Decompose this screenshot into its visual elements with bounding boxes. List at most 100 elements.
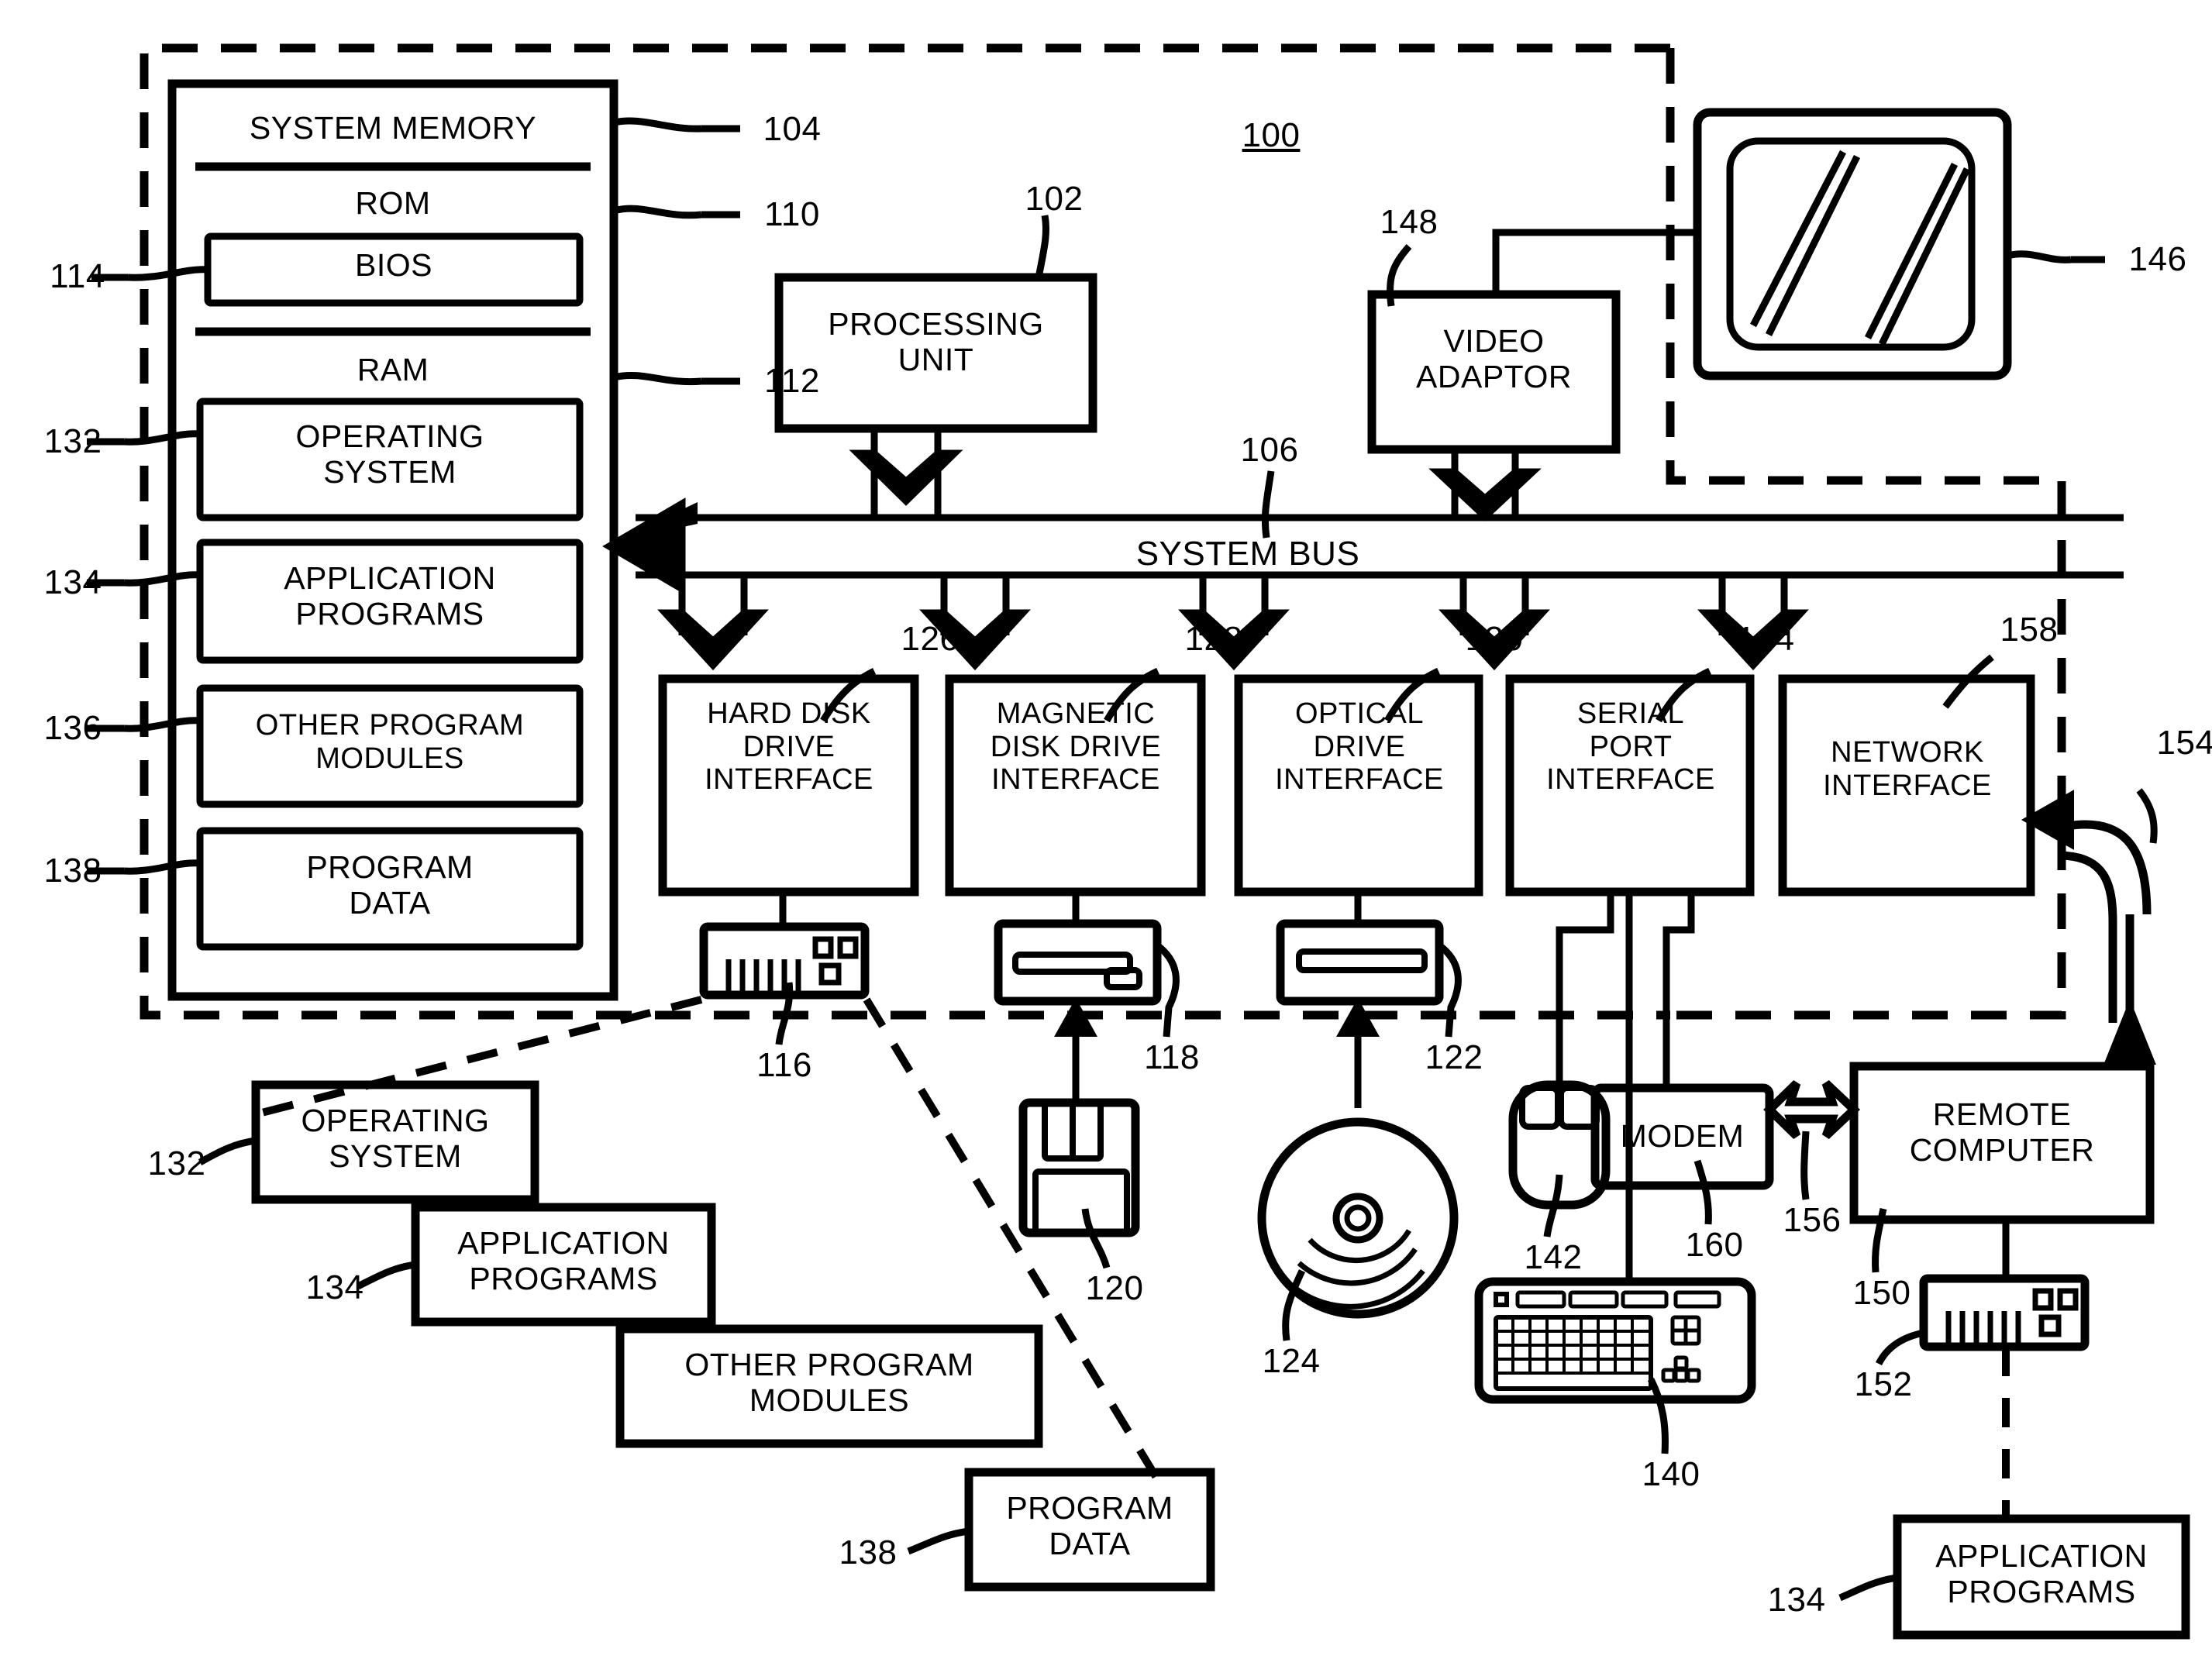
ref-130: 130 (1465, 620, 1524, 658)
leader-102 (1035, 215, 1050, 278)
interface-label-1: MAGNETIC DISK DRIVE INTERFACE (990, 697, 1162, 797)
ref-144: 144 (1736, 620, 1795, 658)
ref-116: 116 (756, 1046, 812, 1084)
ref-126: 126 (901, 620, 960, 658)
ref-120: 120 (1085, 1269, 1144, 1307)
leader-112 (612, 371, 702, 386)
lan-curve-lower (2058, 851, 2117, 1023)
leader-106 (1261, 470, 1275, 539)
monitor-glare-2 (1765, 155, 1861, 336)
interface-label-0: HARD DISK DRIVE INTERFACE (705, 697, 873, 797)
optical-disc-hub (1332, 1193, 1383, 1244)
ref-138-memory: 138 (43, 852, 102, 890)
hdd-led-3 (818, 962, 842, 986)
figure-ref-100: 100 (1242, 116, 1301, 154)
branch-1-head (657, 609, 769, 671)
ref-128: 128 (1184, 620, 1243, 658)
rs-led-1 (2032, 1288, 2054, 1311)
storage-content-label-1: APPLICATION PROGRAMS (457, 1225, 670, 1296)
leader-160 (1693, 1159, 1712, 1225)
memory-block-label-0: OPERATING SYSTEM (295, 418, 484, 490)
ref-118: 118 (1144, 1038, 1200, 1076)
leader-120 (1081, 1208, 1111, 1269)
mdd-eject (1104, 967, 1142, 990)
floppy-label (1032, 1169, 1130, 1235)
leader-134m (123, 571, 201, 587)
modem-label: MODEM (1620, 1118, 1745, 1154)
ref-136-memory: 136 (43, 709, 102, 747)
storage-content-label-0: OPERATING SYSTEM (301, 1103, 490, 1174)
ref-142: 142 (1524, 1238, 1583, 1276)
ref-138-storage: 138 (839, 1533, 898, 1571)
interface-label-4: NETWORK INTERFACE (1823, 736, 1992, 802)
kbd-numpad (1661, 1315, 1701, 1383)
leader-136m (123, 717, 201, 732)
disc-sheen-2 (1297, 1248, 1418, 1286)
ref-124: 124 (1262, 1342, 1321, 1380)
leader-140 (1647, 1377, 1669, 1454)
ref-140: 140 (1642, 1455, 1700, 1493)
memory-block-label-1: APPLICATION PROGRAMS (284, 560, 496, 632)
ref-134-remote: 134 (1767, 1581, 1826, 1619)
kbd-main (1494, 1315, 1653, 1391)
ref-158: 158 (2000, 611, 2059, 649)
ref-104: 104 (763, 110, 822, 148)
remote-computer-label: REMOTE COMPUTER (1909, 1096, 2095, 1168)
floppy-body (1018, 1098, 1140, 1237)
ref-148: 148 (1380, 203, 1438, 241)
leader-138m (123, 859, 201, 875)
rs-led-2 (2057, 1288, 2079, 1311)
figure-canvas: 100 SYSTEM MEMORY 104 ROM 110 BIOS 114 R… (0, 0, 2212, 1659)
leader-152 (1875, 1329, 1924, 1366)
monitor-glare-3 (1864, 162, 1959, 340)
interface-label-2: OPTICAL DRIVE INTERFACE (1275, 697, 1444, 797)
hdd-led-2 (837, 936, 859, 959)
processing-unit-label: PROCESSING UNIT (828, 306, 1044, 377)
video-adaptor-label: VIDEO ADAPTOR (1416, 323, 1572, 394)
leader-110 (612, 205, 702, 219)
rom-label: ROM (355, 185, 431, 221)
system-memory-title: SYSTEM MEMORY (249, 110, 537, 146)
ref-114: 114 (50, 257, 105, 295)
storage-content-label-2: OTHER PROGRAM MODULES (684, 1347, 974, 1418)
ref-106: 106 (1240, 431, 1299, 469)
disc-sheen-3 (1308, 1229, 1411, 1264)
leader-134r (1838, 1574, 1898, 1602)
ref-160: 160 (1685, 1226, 1744, 1264)
odd-body (1276, 919, 1444, 1006)
system-bus-label: SYSTEM BUS (1135, 535, 1360, 573)
bios-label: BIOS (355, 247, 432, 283)
memory-block-label-3: PROGRAM DATA (306, 849, 474, 921)
leader-132m (123, 430, 201, 446)
optical-disc-hole (1344, 1204, 1372, 1232)
ref-122: 122 (1425, 1038, 1483, 1076)
ref-154: 154 (2156, 724, 2212, 762)
leader-156 (1800, 1131, 1810, 1200)
modem-stem (1662, 892, 1695, 1088)
kbd-esc (1494, 1292, 1509, 1307)
memory-block-label-2: OTHER PROGRAM MODULES (255, 709, 525, 775)
storage-content-label-3: PROGRAM DATA (1006, 1490, 1173, 1561)
wan-link (1763, 1080, 1861, 1139)
ram-label: RAM (357, 352, 429, 387)
leader-104 (613, 117, 702, 133)
rs-led-3 (2038, 1314, 2062, 1337)
interface-label-3: SERIAL PORT INTERFACE (1546, 697, 1715, 797)
leader-138s (907, 1527, 970, 1555)
ref-110: 110 (764, 195, 820, 233)
monitor-outer (1693, 108, 2012, 380)
remote-content-label-0: APPLICATION PROGRAMS (1935, 1538, 2148, 1609)
odd-slot (1296, 948, 1428, 973)
ref-152: 152 (1854, 1365, 1913, 1403)
ref-156: 156 (1783, 1201, 1842, 1239)
ref-134-memory: 134 (43, 563, 102, 601)
leader-154 (2136, 788, 2158, 844)
monitor-glare-1 (1750, 150, 1846, 328)
kbd-fnrow (1515, 1290, 1721, 1309)
ref-150: 150 (1852, 1274, 1911, 1312)
kbd-keygrid (1496, 1317, 1651, 1375)
ref-102: 102 (1025, 180, 1084, 218)
ref-146: 146 (2128, 240, 2187, 278)
ref-132-memory: 132 (43, 422, 102, 460)
ref-132-storage: 132 (147, 1144, 206, 1182)
